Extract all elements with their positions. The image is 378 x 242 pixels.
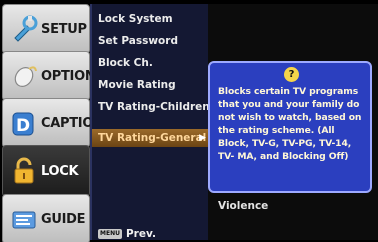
menu-item-tv-rating-general[interactable]: TV Rating-General ▶ bbox=[92, 129, 210, 147]
tab-setup[interactable]: SETUP bbox=[2, 4, 90, 54]
menu-item-lock-system[interactable]: Lock System bbox=[98, 13, 173, 25]
menu-footer: MENU Prev. bbox=[98, 228, 156, 240]
menu-item-set-password[interactable]: Set Password bbox=[98, 35, 178, 47]
help-tooltip: ? Blocks certain TV programs that you an… bbox=[208, 61, 372, 193]
menu-key-icon: MENU bbox=[98, 229, 122, 239]
menu-item-movie-rating[interactable]: Movie Rating bbox=[98, 79, 176, 91]
chevron-right-icon: ▶ bbox=[199, 133, 206, 143]
tab-guide[interactable]: GUIDE bbox=[2, 194, 90, 242]
menu-item-block-channel[interactable]: Block Ch. bbox=[98, 57, 153, 69]
setup-icon bbox=[14, 15, 38, 42]
tab-lock[interactable]: LOCK bbox=[2, 145, 90, 197]
tooltip-text: Blocks certain TV programs that you and … bbox=[218, 86, 362, 162]
tab-option[interactable]: OPTION bbox=[2, 51, 96, 101]
option-icon bbox=[14, 66, 37, 87]
svg-text:D: D bbox=[16, 116, 30, 136]
tab-label: GUIDE bbox=[41, 211, 86, 227]
rating-option-violence[interactable]: Violence bbox=[218, 200, 268, 212]
caption-icon: D bbox=[12, 112, 34, 136]
tab-label: OPTION bbox=[41, 68, 96, 84]
tab-column: SETUP OPTION D CAPTION LOCK GUIDE bbox=[0, 4, 104, 242]
guide-icon bbox=[12, 211, 36, 229]
tab-caption[interactable]: D CAPTION bbox=[2, 98, 104, 148]
prev-button[interactable]: Prev. bbox=[126, 228, 156, 240]
tab-label: LOCK bbox=[41, 163, 79, 179]
menu-item-tv-rating-children[interactable]: TV Rating-Children bbox=[98, 101, 210, 113]
tv-menu-screen: SETUP OPTION D CAPTION LOCK GUIDE Lock S… bbox=[0, 0, 378, 242]
menu-item-label: TV Rating-General bbox=[98, 132, 207, 144]
tab-label: SETUP bbox=[41, 21, 87, 37]
lock-icon bbox=[14, 157, 34, 184]
question-icon: ? bbox=[284, 67, 299, 82]
lock-submenu: Lock System Set Password Block Ch. Movie… bbox=[90, 4, 210, 240]
